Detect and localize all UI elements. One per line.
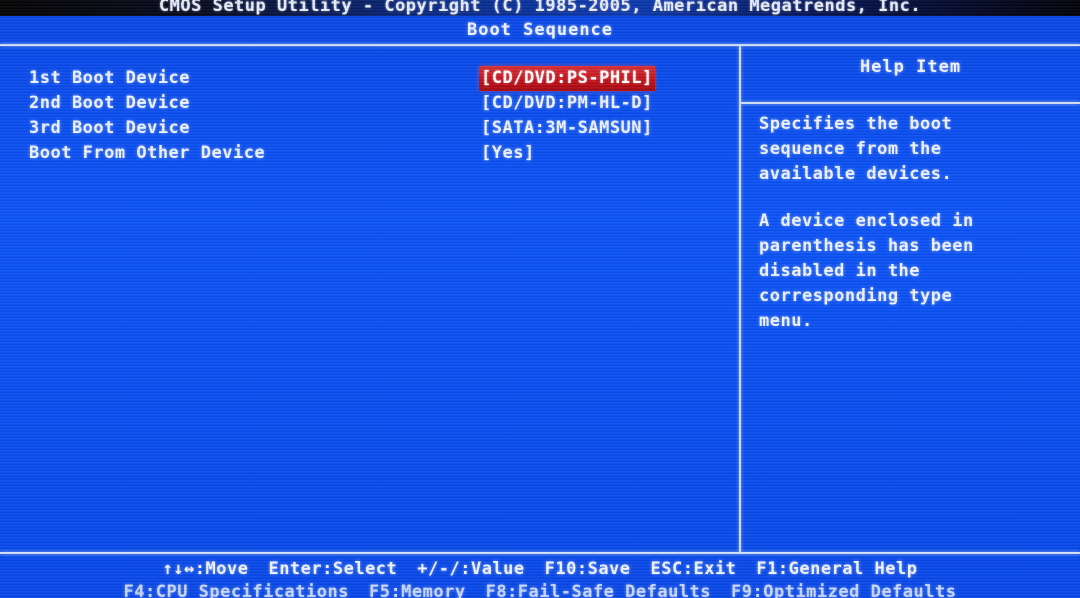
- esc-key-icon[interactable]: ESC:Exit: [651, 559, 737, 579]
- setting-row[interactable]: 2nd Boot Device [CD/DVD:PM-HL-D]: [0, 91, 739, 116]
- help-paragraph: A device enclosed in parenthesis has been…: [759, 209, 1069, 334]
- setting-value[interactable]: [Yes]: [479, 141, 537, 166]
- footer-key-label: Enter:Select: [268, 559, 398, 579]
- setting-value[interactable]: [SATA:3M-SAMSUN]: [479, 116, 655, 141]
- help-text-line: disabled in the: [759, 261, 921, 281]
- setting-row[interactable]: Boot From Other Device [Yes]: [0, 141, 739, 166]
- plus-minus-icon[interactable]: +/-/:Value: [417, 559, 524, 579]
- footer-key-label: F10:Save: [544, 559, 631, 579]
- footer-legend: ↑↓↔:Move Enter:Select +/-/:Value F10:Save ES…: [0, 554, 1080, 598]
- title-bar-text: CMOS Setup Utility - Copyright (C) 1985-…: [158, 0, 922, 16]
- f1-key-icon[interactable]: F1:General Help: [756, 559, 917, 579]
- help-text-line: menu.: [759, 311, 813, 331]
- setting-label: 3rd Boot Device: [29, 118, 191, 138]
- footer-key-label: ESC:Exit: [650, 559, 737, 579]
- bios-setup-screen: CMOS Setup Utility - Copyright (C) 1985-…: [0, 0, 1080, 598]
- help-panel-body: Specifies the boot sequence from the avail…: [759, 112, 1069, 356]
- main-body: 1st Boot Device [CD/DVD:PS-PHIL] 2nd Boot …: [0, 46, 1080, 552]
- setting-row[interactable]: 3rd Boot Device [SATA:3M-SAMSUN]: [0, 116, 739, 141]
- help-panel: Help Item Specifies the boot sequence fro…: [741, 46, 1080, 552]
- setting-row[interactable]: 1st Boot Device [CD/DVD:PS-PHIL]: [0, 66, 739, 91]
- settings-list: 1st Boot Device [CD/DVD:PS-PHIL] 2nd Boot …: [0, 46, 739, 552]
- help-paragraph: Specifies the boot sequence from the avail…: [759, 112, 1069, 187]
- title-bar: CMOS Setup Utility - Copyright (C) 1985-…: [0, 0, 1080, 16]
- enter-key-icon[interactable]: Enter:Select: [268, 559, 397, 579]
- help-text-line: A device enclosed in: [759, 211, 974, 231]
- footer-key-label: :Move: [194, 559, 249, 579]
- arrow-keys-icon[interactable]: ↑↓↔:Move: [163, 559, 249, 579]
- footer-secondary-key[interactable]: F5:Memory: [369, 582, 466, 598]
- footer-key-label: F1:General Help: [756, 559, 918, 579]
- footer-secondary-key[interactable]: F8:Fail-Safe Defaults: [486, 582, 711, 598]
- setting-label: 1st Boot Device: [29, 68, 191, 88]
- help-text-line: corresponding type: [759, 286, 953, 306]
- help-text-line: sequence from the: [759, 139, 942, 159]
- help-text-line: parenthesis has been: [759, 236, 974, 256]
- f10-key-icon[interactable]: F10:Save: [545, 559, 631, 579]
- footer-key-label: +/-/:Value: [417, 559, 525, 579]
- setting-label: 2nd Boot Device: [29, 93, 191, 113]
- footer-secondary-key[interactable]: F4:CPU Specifications: [124, 582, 349, 598]
- footer-secondary-key[interactable]: F9:Optimized Defaults: [731, 582, 956, 598]
- page-title: Boot Sequence: [466, 20, 614, 40]
- help-text-line: Specifies the boot: [759, 114, 953, 134]
- setting-value[interactable]: [CD/DVD:PS-PHIL]: [479, 66, 655, 91]
- help-panel-divider: [741, 102, 1080, 104]
- footer-primary-keys: ↑↓↔:Move Enter:Select +/-/:Value F10:Save ES…: [0, 556, 1080, 582]
- bottom-divider: [0, 552, 1080, 554]
- panel-vertical-divider: [739, 46, 741, 553]
- help-text-line: available devices.: [759, 164, 953, 184]
- footer-secondary-keys: F4:CPU Specifications F5:Memory F8:Fail-Sa…: [0, 583, 1080, 598]
- top-divider: [0, 44, 1080, 46]
- arrow-glyphs-icon: ↑↓↔: [162, 559, 195, 579]
- setting-value[interactable]: [CD/DVD:PM-HL-D]: [479, 91, 655, 116]
- help-panel-title: Help Item: [859, 57, 962, 77]
- setting-label: Boot From Other Device: [29, 143, 266, 163]
